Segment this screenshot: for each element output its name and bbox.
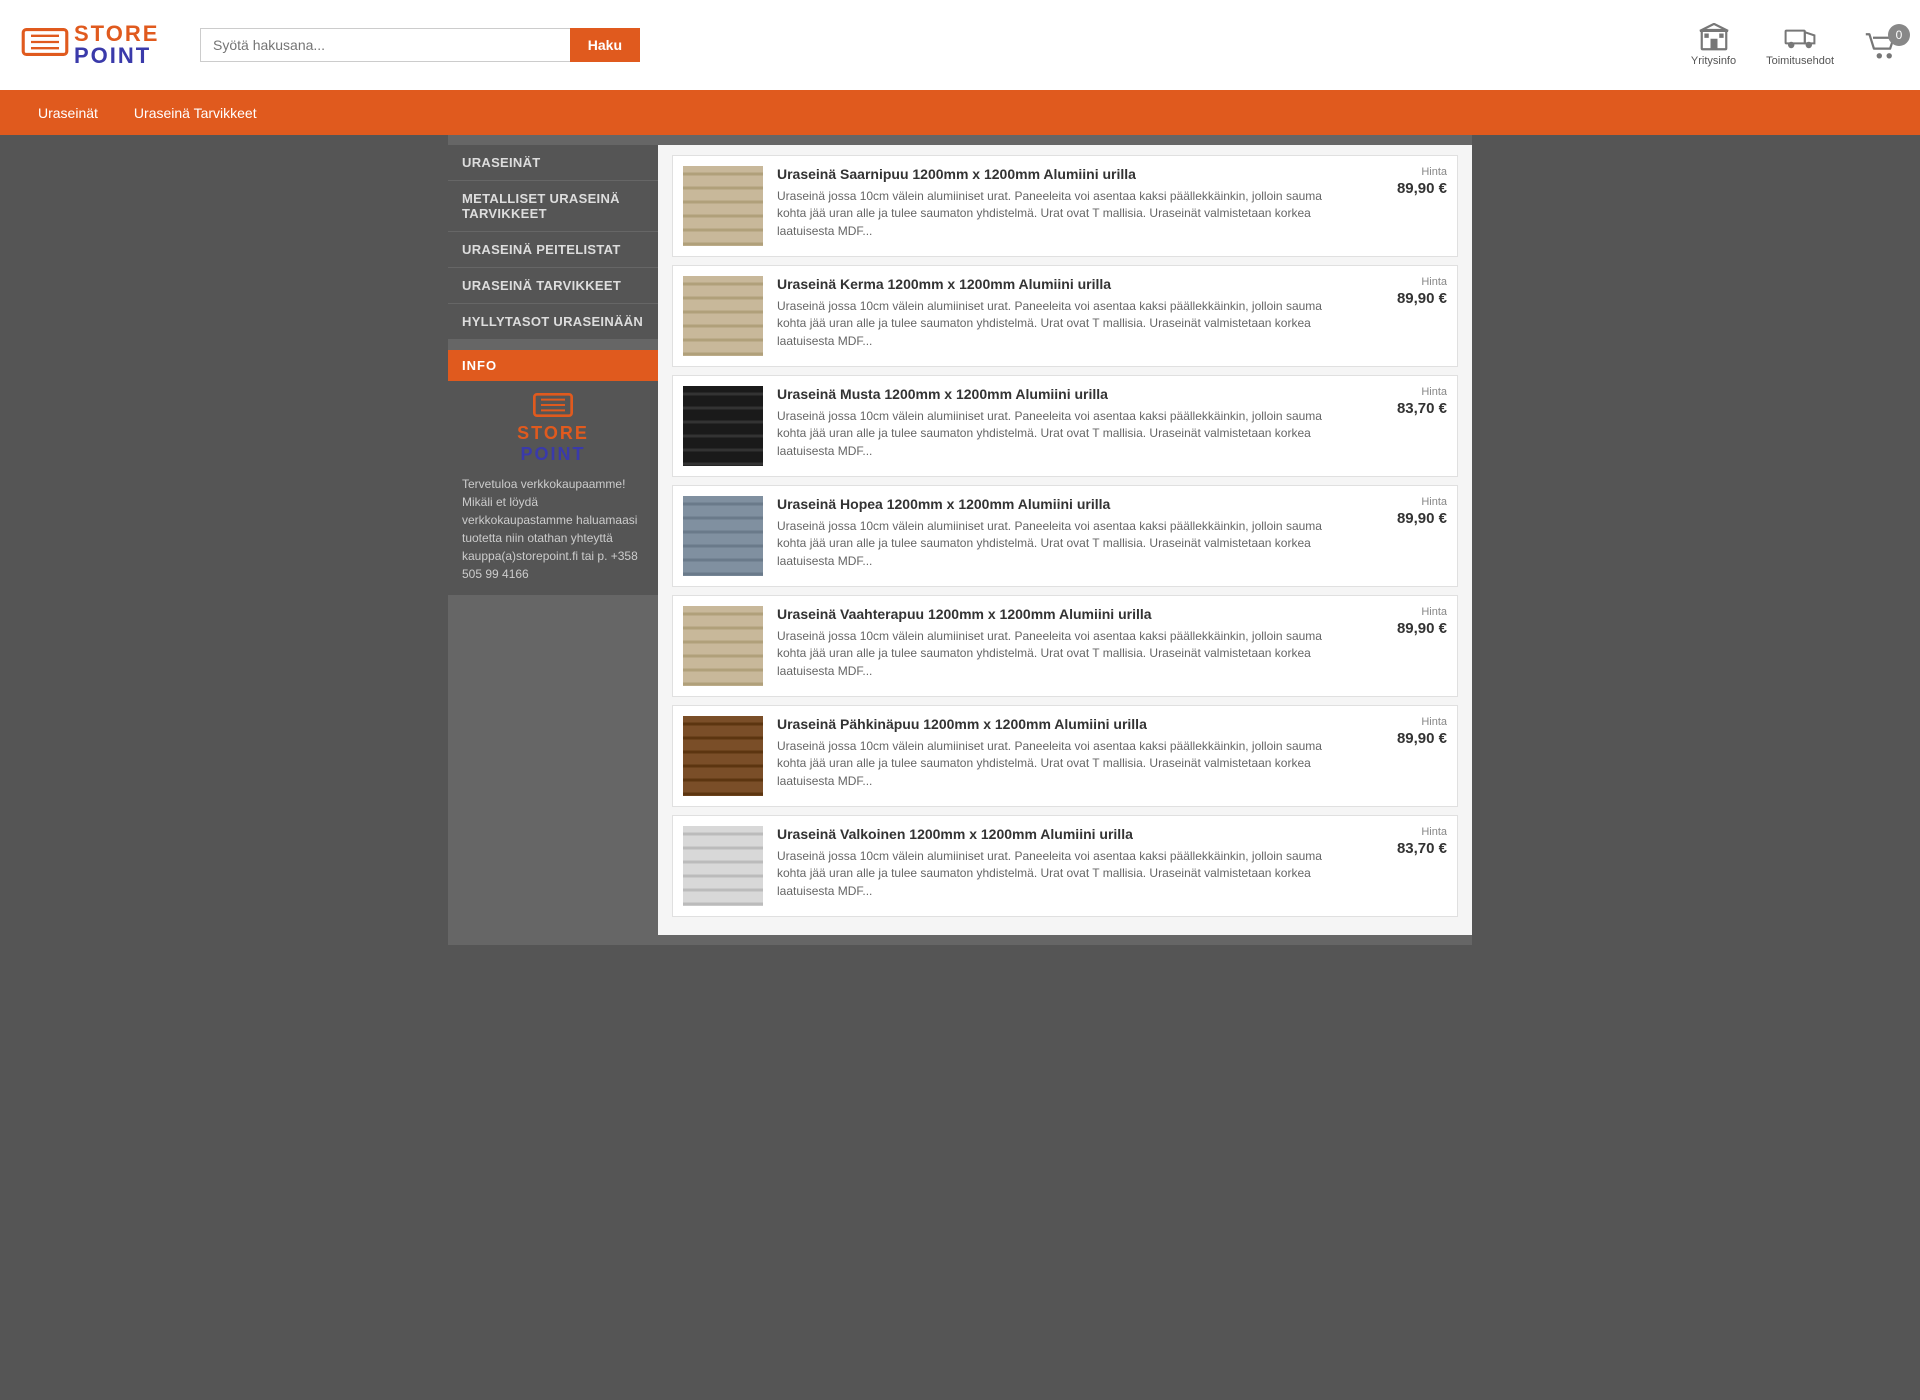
yritysinfo-link[interactable]: Yritysinfo [1691,23,1736,67]
product-price-col-2: Hinta 89,90 € [1367,276,1447,307]
header-right: Yritysinfo Toimitusehdot 0 [1691,23,1900,67]
product-price-col-1: Hinta 89,90 € [1367,166,1447,197]
sidebar-menu: URASEINÄTMETALLISET URASEINÄ TARVIKKEETU… [448,145,658,340]
logo-store: STORE [74,23,159,45]
product-title-7[interactable]: Uraseinä Valkoinen 1200mm x 1200mm Alumi… [777,826,1353,842]
product-info-4: Uraseinä Hopea 1200mm x 1200mm Alumiini … [777,496,1353,570]
product-desc-7: Uraseinä jossa 10cm välein alumiiniset u… [777,848,1353,900]
price-value-2: 89,90 € [1367,290,1447,307]
product-info-3: Uraseinä Musta 1200mm x 1200mm Alumiini … [777,386,1353,460]
product-title-5[interactable]: Uraseinä Vaahterapuu 1200mm x 1200mm Alu… [777,606,1353,622]
product-thumb-3 [683,386,763,466]
product-price-col-3: Hinta 83,70 € [1367,386,1447,417]
cart-badge: 0 [1888,24,1910,46]
main-layout: URASEINÄTMETALLISET URASEINÄ TARVIKKEETU… [448,135,1472,945]
price-value-3: 83,70 € [1367,400,1447,417]
price-value-5: 89,90 € [1367,620,1447,637]
product-desc-3: Uraseinä jossa 10cm välein alumiiniset u… [777,408,1353,460]
sidebar-info-header: INFO [448,350,658,381]
price-label-7: Hinta [1367,826,1447,838]
product-price-col-7: Hinta 83,70 € [1367,826,1447,857]
product-item[interactable]: Uraseinä Musta 1200mm x 1200mm Alumiini … [672,375,1458,477]
toimitustiedot-label: Toimitusehdot [1766,55,1834,67]
product-desc-4: Uraseinä jossa 10cm välein alumiiniset u… [777,518,1353,570]
sidebar-info-box: INFO STORE POINT Tervetuloa verkkokaupaa… [448,350,658,595]
product-thumb-7 [683,826,763,906]
price-label-3: Hinta [1367,386,1447,398]
building-icon [1698,23,1730,51]
price-value-6: 89,90 € [1367,730,1447,747]
toimitustiedot-link[interactable]: Toimitusehdot [1766,23,1834,67]
cart-link[interactable]: 0 [1864,30,1900,60]
product-info-6: Uraseinä Pähkinäpuu 1200mm x 1200mm Alum… [777,716,1353,790]
search-input[interactable] [200,28,570,62]
nav-item-uraseina-tarvikkeet[interactable]: Uraseinä Tarvikkeet [116,93,275,133]
price-label-1: Hinta [1367,166,1447,178]
product-desc-2: Uraseinä jossa 10cm välein alumiiniset u… [777,298,1353,350]
yritysinfo-label: Yritysinfo [1691,55,1736,67]
product-thumb-5 [683,606,763,686]
logo-text: STORE POINT [74,23,159,67]
price-label-4: Hinta [1367,496,1447,508]
product-price-col-5: Hinta 89,90 € [1367,606,1447,637]
sidebar-menu-item-1[interactable]: METALLISET URASEINÄ TARVIKKEET [448,181,658,232]
product-info-5: Uraseinä Vaahterapuu 1200mm x 1200mm Alu… [777,606,1353,680]
logo-point: POINT [74,45,159,67]
product-info-2: Uraseinä Kerma 1200mm x 1200mm Alumiini … [777,276,1353,350]
product-title-3[interactable]: Uraseinä Musta 1200mm x 1200mm Alumiini … [777,386,1353,402]
price-value-1: 89,90 € [1367,180,1447,197]
product-item[interactable]: Uraseinä Saarnipuu 1200mm x 1200mm Alumi… [672,155,1458,257]
sidebar-menu-item-3[interactable]: URASEINÄ TARVIKKEET [448,268,658,304]
product-desc-1: Uraseinä jossa 10cm välein alumiiniset u… [777,188,1353,240]
product-thumb-1 [683,166,763,246]
logo-cart-icon [20,28,70,63]
header: STORE POINT Haku Yritysinfo To [0,0,1920,90]
sidebar-logo-store: STORE [517,423,589,444]
navbar: Uraseinät Uraseinä Tarvikkeet [0,90,1920,135]
product-item[interactable]: Uraseinä Hopea 1200mm x 1200mm Alumiini … [672,485,1458,587]
product-item[interactable]: Uraseinä Valkoinen 1200mm x 1200mm Alumi… [672,815,1458,917]
search-area: Haku [200,28,640,62]
truck-icon [1784,23,1816,51]
product-thumb-4 [683,496,763,576]
product-desc-6: Uraseinä jossa 10cm välein alumiiniset u… [777,738,1353,790]
product-info-1: Uraseinä Saarnipuu 1200mm x 1200mm Alumi… [777,166,1353,240]
product-title-4[interactable]: Uraseinä Hopea 1200mm x 1200mm Alumiini … [777,496,1353,512]
sidebar-mini-logo: STORE POINT [462,393,644,465]
product-title-6[interactable]: Uraseinä Pähkinäpuu 1200mm x 1200mm Alum… [777,716,1353,732]
product-item[interactable]: Uraseinä Pähkinäpuu 1200mm x 1200mm Alum… [672,705,1458,807]
price-value-7: 83,70 € [1367,840,1447,857]
product-desc-5: Uraseinä jossa 10cm välein alumiiniset u… [777,628,1353,680]
logo-area[interactable]: STORE POINT [20,23,180,67]
sidebar-info-text: Tervetuloa verkkokaupaamme! Mikäli et lö… [462,475,644,583]
sidebar-cart-icon [533,393,573,423]
price-value-4: 89,90 € [1367,510,1447,527]
price-label-5: Hinta [1367,606,1447,618]
sidebar-menu-item-2[interactable]: URASEINÄ PEITELISTAT [448,232,658,268]
sidebar-menu-item-0[interactable]: URASEINÄT [448,145,658,181]
sidebar-info-content: STORE POINT Tervetuloa verkkokaupaamme! … [448,381,658,595]
product-item[interactable]: Uraseinä Vaahterapuu 1200mm x 1200mm Alu… [672,595,1458,697]
product-thumb-6 [683,716,763,796]
sidebar-logo-point: POINT [520,444,585,465]
product-title-2[interactable]: Uraseinä Kerma 1200mm x 1200mm Alumiini … [777,276,1353,292]
product-price-col-4: Hinta 89,90 € [1367,496,1447,527]
price-label-6: Hinta [1367,716,1447,728]
sidebar-menu-item-4[interactable]: HYLLYTASOT URASEINÄÄN [448,304,658,340]
product-info-7: Uraseinä Valkoinen 1200mm x 1200mm Alumi… [777,826,1353,900]
product-list-area: Uraseinä Saarnipuu 1200mm x 1200mm Alumi… [658,145,1472,935]
search-button[interactable]: Haku [570,28,640,62]
sidebar: URASEINÄTMETALLISET URASEINÄ TARVIKKEETU… [448,145,658,935]
product-price-col-6: Hinta 89,90 € [1367,716,1447,747]
product-thumb-2 [683,276,763,356]
price-label-2: Hinta [1367,276,1447,288]
product-item[interactable]: Uraseinä Kerma 1200mm x 1200mm Alumiini … [672,265,1458,367]
product-title-1[interactable]: Uraseinä Saarnipuu 1200mm x 1200mm Alumi… [777,166,1353,182]
nav-item-uraseina[interactable]: Uraseinät [20,93,116,133]
